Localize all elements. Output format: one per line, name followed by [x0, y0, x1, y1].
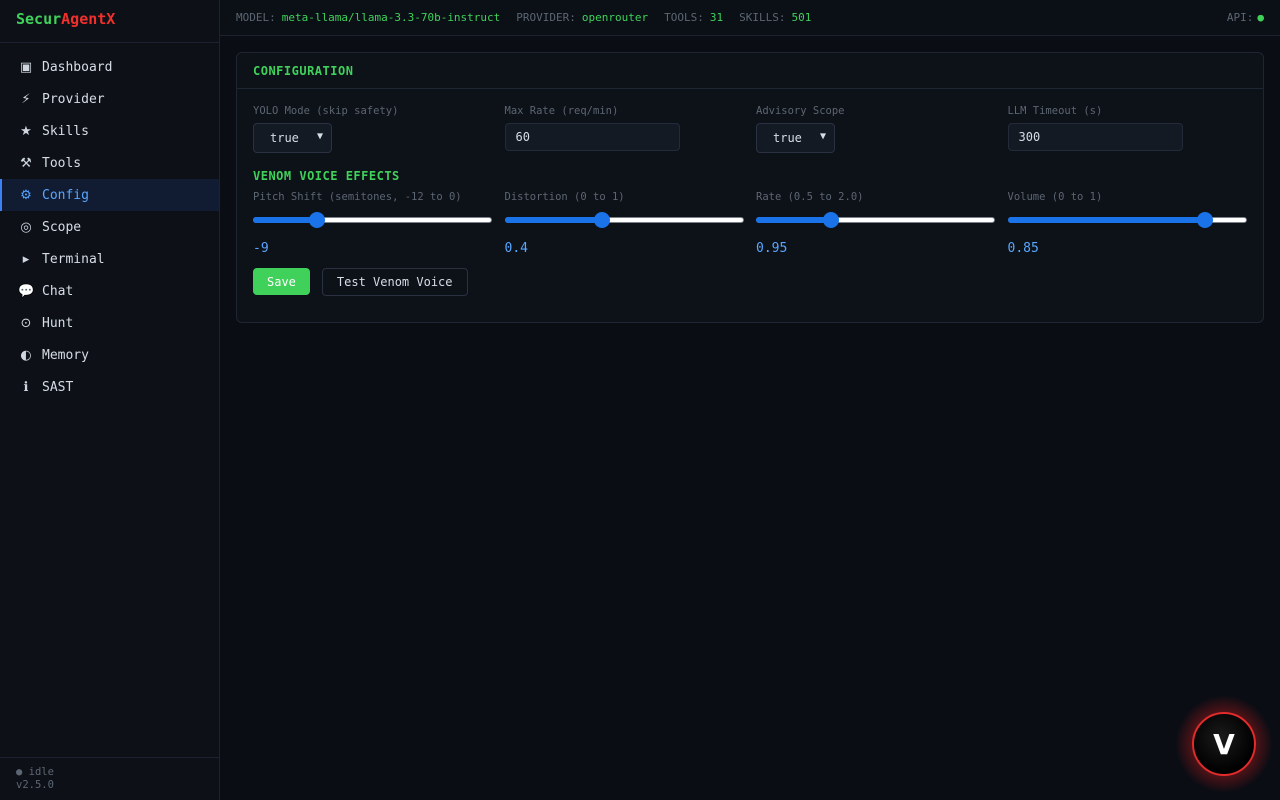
tools-key: TOOLS:: [664, 11, 704, 24]
agent-status: ● idle: [16, 766, 54, 778]
distortion-group: Distortion (0 to 1) 0.4: [504, 191, 745, 256]
llm-timeout-label: LLM Timeout (s): [1007, 105, 1103, 117]
sidebar-item-label: SAST: [42, 379, 74, 395]
yolo-mode-select[interactable]: true ▼: [253, 123, 332, 153]
sidebar-item-memory[interactable]: ◐ Memory: [0, 339, 219, 371]
pitch-shift-label: Pitch Shift (semitones, -12 to 0): [253, 191, 462, 203]
yolo-mode-label: YOLO Mode (skip safety): [253, 105, 399, 117]
venom-sliders-row: Pitch Shift (semitones, -12 to 0) -9 Dis…: [253, 191, 1247, 256]
chat-bubble-icon: 💬: [18, 283, 35, 299]
sidebar-item-chat[interactable]: 💬 Chat: [0, 275, 219, 307]
volume-slider[interactable]: [1007, 211, 1247, 229]
info-icon: ℹ: [23, 379, 29, 395]
distortion-slider[interactable]: [504, 211, 744, 229]
test-venom-voice-button[interactable]: Test Venom Voice: [321, 268, 468, 296]
brand-part-2: AgentX: [61, 10, 116, 28]
pitch-shift-value: -9: [253, 241, 269, 256]
tools-count: 31: [709, 11, 724, 24]
sidebar-item-skills[interactable]: ★ Skills: [0, 115, 219, 147]
advisory-scope-select[interactable]: true ▼: [756, 123, 835, 153]
sidebar-item-dashboard[interactable]: ▣ Dashboard: [0, 51, 219, 83]
api-key: API:: [1226, 11, 1254, 24]
volume-group: Volume (0 to 1) 0.85: [1007, 191, 1248, 256]
configuration-panel: CONFIGURATION YOLO Mode (skip safety) tr…: [236, 52, 1264, 323]
volume-value: 0.85: [1007, 241, 1039, 256]
sidebar-item-label: Hunt: [42, 315, 74, 331]
sidebar-item-label: Chat: [42, 283, 74, 299]
sidebar-item-scope[interactable]: ◎ Scope: [0, 211, 219, 243]
venom-voice-button[interactable]: V: [1192, 712, 1256, 776]
api-status-dot: ●: [1257, 11, 1264, 24]
skills-key: SKILLS:: [739, 11, 786, 24]
provider-value: openrouter: [581, 11, 649, 24]
max-rate-input[interactable]: 60: [504, 123, 680, 151]
distortion-value: 0.4: [504, 241, 528, 256]
rate-group: Rate (0.5 to 2.0) 0.95: [756, 191, 996, 256]
lightning-icon: ⚡: [21, 91, 31, 107]
model-value: meta-llama/llama-3.3-70b-instruct: [281, 11, 501, 24]
rate-slider[interactable]: [756, 211, 995, 229]
sidebar-item-label: Config: [42, 187, 89, 203]
slider-thumb[interactable]: [822, 212, 839, 228]
sidebar-item-label: Scope: [42, 219, 82, 235]
model-key: MODEL:: [236, 11, 276, 24]
save-button[interactable]: Save: [253, 268, 310, 295]
sidebar-item-label: Tools: [42, 155, 82, 171]
hammer-icon: ⚒: [20, 155, 32, 171]
config-fields-row: YOLO Mode (skip safety) true ▼ Max Rate …: [253, 105, 1247, 153]
llm-timeout-input[interactable]: 300: [1007, 123, 1183, 151]
provider-key: PROVIDER:: [516, 11, 576, 24]
chevron-down-icon: ▼: [316, 131, 323, 142]
sidebar-nav: ▣ Dashboard ⚡ Provider ★ Skills ⚒ Tools …: [0, 43, 219, 403]
target-icon: ◎: [20, 219, 32, 235]
sidebar-item-terminal[interactable]: ▸ Terminal: [0, 243, 219, 275]
sidebar-item-label: Terminal: [42, 251, 105, 267]
gear-icon: ⚙: [20, 187, 32, 203]
sidebar-item-label: Skills: [42, 123, 89, 139]
crosshair-icon: ⊙: [20, 315, 32, 331]
top-status-bar: MODEL: meta-llama/llama-3.3-70b-instruct…: [220, 0, 1280, 36]
pitch-shift-group: Pitch Shift (semitones, -12 to 0) -9: [253, 191, 493, 256]
sidebar-item-hunt[interactable]: ⊙ Hunt: [0, 307, 219, 339]
brand-part-1: Secur: [16, 10, 62, 28]
sidebar-item-config[interactable]: ⚙ Config: [0, 179, 219, 211]
api-status: API: ●: [1227, 11, 1264, 24]
venom-voice-title: VENOM VOICE EFFECTS: [253, 169, 400, 183]
slider-thumb[interactable]: [593, 212, 610, 228]
app-version: v2.5.0: [16, 779, 54, 791]
sidebar-footer: ● idle v2.5.0: [0, 757, 219, 800]
slider-thumb[interactable]: [1197, 212, 1214, 228]
slider-thumb[interactable]: [308, 212, 325, 228]
app-logo[interactable]: SecurAgentX: [0, 0, 219, 43]
chevron-down-icon: ▼: [819, 131, 826, 142]
advisory-scope-value: true: [773, 131, 802, 145]
rate-label: Rate (0.5 to 2.0): [756, 191, 864, 203]
skills-count: 501: [791, 11, 812, 24]
advisory-scope-label: Advisory Scope: [756, 105, 845, 117]
distortion-label: Distortion (0 to 1): [504, 191, 625, 203]
yolo-mode-value: true: [270, 131, 299, 145]
action-buttons: Save Test Venom Voice: [253, 268, 1247, 296]
volume-label: Volume (0 to 1): [1007, 191, 1103, 203]
star-icon: ★: [20, 123, 32, 139]
rate-value: 0.95: [756, 241, 788, 256]
sidebar-item-label: Dashboard: [42, 59, 113, 75]
panel-title: CONFIGURATION: [237, 53, 1263, 89]
sidebar-item-label: Provider: [42, 91, 105, 107]
sidebar-item-label: Memory: [42, 347, 89, 363]
memory-icon: ◐: [20, 347, 32, 363]
sidebar-item-tools[interactable]: ⚒ Tools: [0, 147, 219, 179]
sidebar-item-sast[interactable]: ℹ SAST: [0, 371, 219, 403]
terminal-icon: ▸: [22, 251, 30, 267]
sidebar: SecurAgentX ▣ Dashboard ⚡ Provider ★ Ski…: [0, 0, 220, 800]
pitch-shift-slider[interactable]: [253, 211, 492, 229]
dashboard-icon: ▣: [19, 59, 33, 75]
sidebar-item-provider[interactable]: ⚡ Provider: [0, 83, 219, 115]
max-rate-label: Max Rate (req/min): [504, 105, 619, 117]
